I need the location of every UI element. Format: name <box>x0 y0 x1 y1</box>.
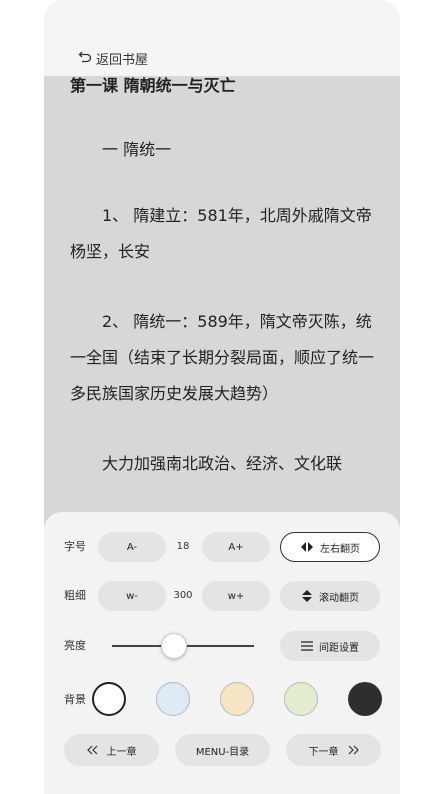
back-label: 返回书屋 <box>96 53 149 68</box>
up-down-arrows-icon <box>301 589 313 603</box>
brightness-label: 亮度 <box>64 639 86 652</box>
background-label: 背景 <box>64 693 86 706</box>
prev-chapter-button[interactable]: 上一章 <box>64 734 159 766</box>
double-chevron-right-icon <box>347 745 359 755</box>
menu-lines-icon <box>301 641 313 651</box>
back-arrow-icon <box>78 50 96 68</box>
top-bar: 返回书屋 <box>44 0 400 76</box>
background-row: 背景 <box>44 682 400 717</box>
font-weight-increase-button[interactable]: w+ <box>202 581 270 611</box>
back-to-bookshelf-button[interactable]: 返回书屋 <box>78 49 148 68</box>
reader-screen: 返回书屋 第一课 隋朝统一与灭亡 一 隋统一 1、 隋建立：581年，北周外戚隋… <box>44 0 400 794</box>
font-weight-row: 粗细 w- 300 w+ 滚动翻页 <box>44 579 400 613</box>
chapter-nav-row: 上一章 MENU-目录 下一章 <box>44 734 400 768</box>
background-swatch[interactable] <box>156 682 190 716</box>
font-size-decrease-button[interactable]: A- <box>98 532 166 562</box>
paragraph: 一 隋统一 <box>70 140 172 159</box>
font-weight-label: 粗细 <box>64 589 86 602</box>
font-size-row: 字号 A- 18 A+ 左右翻页 <box>44 530 400 564</box>
font-size-increase-button[interactable]: A+ <box>202 532 270 562</box>
spacing-settings-button[interactable]: 间距设置 <box>280 631 380 661</box>
paragraph: 1、 隋建立：581年，北周外戚隋文帝杨坚，长安 <box>70 206 372 261</box>
font-weight-decrease-button[interactable]: w- <box>98 581 166 611</box>
paragraph: 大力加强南北政治、经济、文化联 <box>70 454 343 473</box>
page-mode-scroll-button[interactable]: 滚动翻页 <box>280 581 380 611</box>
chapter-title: 第一课 隋朝统一与灭亡 <box>70 76 236 95</box>
background-swatch[interactable] <box>348 682 382 716</box>
font-weight-value: 300 <box>173 590 193 601</box>
next-chapter-button[interactable]: 下一章 <box>286 734 381 766</box>
prev-chapter-label: 上一章 <box>106 746 137 758</box>
left-right-arrows-icon <box>300 541 314 553</box>
font-size-label: 字号 <box>64 540 86 553</box>
brightness-row: 亮度 间距设置 <box>44 629 400 663</box>
double-chevron-left-icon <box>86 745 99 755</box>
background-swatch[interactable] <box>220 682 254 716</box>
background-swatch[interactable] <box>92 682 126 716</box>
brightness-slider-thumb[interactable] <box>161 633 188 659</box>
reading-settings-panel: 字号 A- 18 A+ 左右翻页 粗细 w- 300 w+ 滚动翻页 亮度 间距… <box>44 512 400 794</box>
page-mode-left-right-button[interactable]: 左右翻页 <box>280 532 380 562</box>
font-size-value: 18 <box>176 541 190 552</box>
page-mode-scroll-label: 滚动翻页 <box>319 592 359 604</box>
page-mode-left-right-label: 左右翻页 <box>320 543 360 555</box>
paragraph: 2、 隋统一：589年，隋文帝灭陈，统一全国（结束了长期分裂局面，顺应了统一多民… <box>70 312 375 403</box>
next-chapter-label: 下一章 <box>308 746 339 758</box>
background-swatch[interactable] <box>284 682 318 716</box>
reading-content[interactable]: 第一课 隋朝统一与灭亡 一 隋统一 1、 隋建立：581年，北周外戚隋文帝杨坚，… <box>70 72 380 482</box>
menu-contents-button[interactable]: MENU-目录 <box>175 734 270 766</box>
spacing-settings-label: 间距设置 <box>319 642 359 654</box>
